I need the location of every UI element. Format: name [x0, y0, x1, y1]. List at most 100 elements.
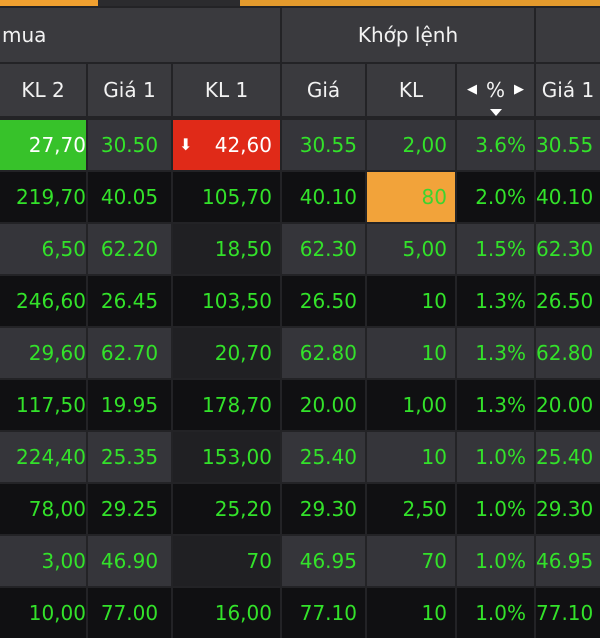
table-cell[interactable]: 10,00	[0, 588, 86, 638]
cell-value: 78,00	[28, 497, 86, 521]
table-cell[interactable]: 40.10	[536, 172, 600, 222]
match-group-header: Khớp lệnh	[282, 8, 534, 62]
table-cell[interactable]: 25.40	[282, 432, 365, 482]
table-cell[interactable]: 20.00	[282, 380, 365, 430]
table-cell[interactable]: 117,50	[0, 380, 86, 430]
table-cell[interactable]: 1.3%	[457, 380, 534, 430]
table-cell[interactable]: 178,70	[173, 380, 280, 430]
cell-value: 3.6%	[475, 133, 526, 157]
table-cell[interactable]: 10	[367, 588, 455, 638]
cell-value: 40.10	[299, 185, 357, 209]
column-header-3[interactable]: Giá	[282, 64, 365, 116]
cell-value: 1.3%	[475, 289, 526, 313]
cell-value: 70	[421, 549, 447, 573]
table-cell[interactable]: 105,70	[173, 172, 280, 222]
table-cell[interactable]: 19.95	[88, 380, 171, 430]
table-cell[interactable]: 2.0%	[457, 172, 534, 222]
table-cell[interactable]: 1.0%	[457, 484, 534, 534]
table-cell[interactable]: 3,00	[0, 536, 86, 586]
column-header-0[interactable]: KL 2	[0, 64, 86, 116]
table-cell[interactable]: 1.3%	[457, 276, 534, 326]
table-cell[interactable]: 20.00	[536, 380, 600, 430]
table-cell[interactable]: 27,70	[0, 120, 86, 170]
table-cell[interactable]: 1.0%	[457, 536, 534, 586]
table-cell[interactable]: 70	[367, 536, 455, 586]
cell-value: 25.35	[100, 445, 159, 469]
table-cell[interactable]: 62.30	[282, 224, 365, 274]
top-tab-accent-2[interactable]	[240, 0, 600, 6]
cell-value: 20.00	[536, 393, 594, 417]
cell-value: 62.30	[299, 237, 357, 261]
column-header-1[interactable]: Giá 1	[88, 64, 171, 116]
table-cell[interactable]: 25.40	[536, 432, 600, 482]
match-group-label: Khớp lệnh	[357, 23, 459, 47]
cell-value: 30.55	[536, 133, 594, 157]
table-cell[interactable]: 1,00	[367, 380, 455, 430]
cell-value: 62.30	[536, 237, 594, 261]
table-cell[interactable]: 46.95	[536, 536, 600, 586]
table-cell[interactable]: 26.45	[88, 276, 171, 326]
table-cell[interactable]: 29.25	[88, 484, 171, 534]
column-header-label: Giá	[306, 78, 341, 102]
table-cell[interactable]: 30.50	[88, 120, 171, 170]
table-cell[interactable]: 29.30	[282, 484, 365, 534]
column-header-6[interactable]: Giá 1	[536, 64, 600, 116]
table-cell[interactable]: 62.30	[536, 224, 600, 274]
table-cell[interactable]: 62.20	[88, 224, 171, 274]
table-cell[interactable]: 25,20	[173, 484, 280, 534]
table-cell[interactable]: 62.80	[282, 328, 365, 378]
table-cell[interactable]: 77.10	[282, 588, 365, 638]
table-cell[interactable]: ⬇ 42,60	[173, 120, 280, 170]
table-cell[interactable]: 2,50	[367, 484, 455, 534]
table-cell[interactable]: 153,00	[173, 432, 280, 482]
table-cell[interactable]: 224,40	[0, 432, 86, 482]
table-cell[interactable]: 6,50	[0, 224, 86, 274]
table-cell[interactable]: 10	[367, 276, 455, 326]
table-cell[interactable]: 20,70	[173, 328, 280, 378]
table-cell[interactable]: 46.90	[88, 536, 171, 586]
table-cell[interactable]: 10	[367, 432, 455, 482]
table-cell[interactable]: 103,50	[173, 276, 280, 326]
table-cell[interactable]: 29,60	[0, 328, 86, 378]
table-cell[interactable]: 1.5%	[457, 224, 534, 274]
table-cell[interactable]: 78,00	[0, 484, 86, 534]
table-cell[interactable]: 1.3%	[457, 328, 534, 378]
table-cell[interactable]: 29.30	[536, 484, 600, 534]
table-cell[interactable]: 219,70	[0, 172, 86, 222]
table-cell[interactable]: 40.10	[282, 172, 365, 222]
cell-value: 25,20	[214, 497, 272, 521]
column-header-5[interactable]: % ◀ ▶	[457, 64, 534, 116]
table-cell[interactable]: 62.70	[88, 328, 171, 378]
table-cell[interactable]: 40.05	[88, 172, 171, 222]
table-cell[interactable]: 46.95	[282, 536, 365, 586]
table-cell[interactable]: 30.55	[536, 120, 600, 170]
cell-value: 10,00	[28, 601, 86, 625]
table-cell[interactable]: 80	[367, 172, 455, 222]
table-cell[interactable]: 2,00	[367, 120, 455, 170]
table-cell[interactable]: 246,60	[0, 276, 86, 326]
table-cell[interactable]: 70	[173, 536, 280, 586]
table-cell[interactable]: 26.50	[536, 276, 600, 326]
column-header-2[interactable]: KL 1	[173, 64, 280, 116]
table-cell[interactable]: 62.80	[536, 328, 600, 378]
table-cell[interactable]: 30.55	[282, 120, 365, 170]
table-cell[interactable]: 16,00	[173, 588, 280, 638]
cell-value: 40.10	[536, 185, 594, 209]
scroll-right-icon[interactable]: ▶	[514, 64, 524, 116]
table-cell[interactable]: 3.6%	[457, 120, 534, 170]
cell-value: 62.80	[536, 341, 594, 365]
table-cell[interactable]: 18,50	[173, 224, 280, 274]
table-cell[interactable]: 10	[367, 328, 455, 378]
table-cell[interactable]: 26.50	[282, 276, 365, 326]
top-tab-accent[interactable]	[0, 0, 98, 6]
table-cell[interactable]: 5,00	[367, 224, 455, 274]
column-header-label: Giá 1	[103, 78, 156, 102]
sort-down-icon[interactable]	[489, 109, 502, 116]
table-cell[interactable]: 25.35	[88, 432, 171, 482]
scroll-left-icon[interactable]: ◀	[467, 64, 477, 116]
table-cell[interactable]: 1.0%	[457, 588, 534, 638]
table-cell[interactable]: 1.0%	[457, 432, 534, 482]
table-cell[interactable]: 77.00	[88, 588, 171, 638]
column-header-4[interactable]: KL	[367, 64, 455, 116]
table-cell[interactable]: 77.10	[536, 588, 600, 638]
